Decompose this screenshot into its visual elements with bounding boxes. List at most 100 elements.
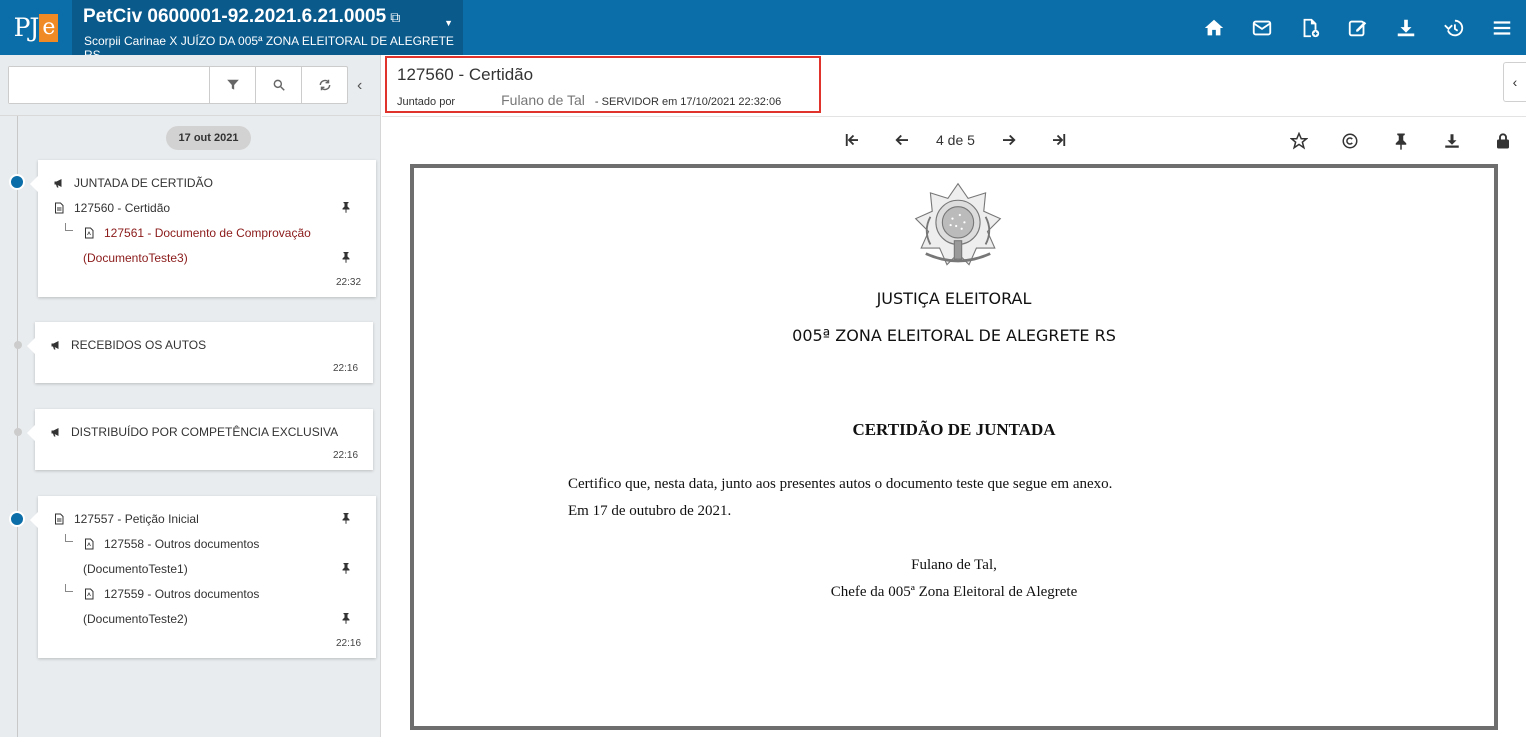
document-paragraph: Em 17 de outubro de 2021. (568, 503, 732, 519)
event-time: 22:16 (336, 638, 362, 649)
document-icon (52, 202, 66, 214)
card-title-row: JUNTADA DE CERTIDÃO (52, 176, 213, 190)
document-icon (52, 513, 66, 525)
coat-of-arms-emblem (914, 182, 1002, 266)
document-tools (1273, 128, 1526, 154)
history-icon[interactable] (1430, 0, 1478, 55)
timeline-card-peticao[interactable]: 127557 - Petição Inicial 127558 - Outros… (30, 496, 376, 658)
last-page-icon[interactable] (1045, 128, 1073, 152)
header-actions (1190, 0, 1526, 55)
divider (382, 116, 1526, 117)
joined-by-name: Fulano de Tal (501, 92, 585, 108)
attachment-subtitle[interactable]: (DocumentoTeste3) (83, 251, 188, 265)
timeline-dot (14, 341, 22, 349)
filter-icon[interactable] (209, 67, 255, 103)
pdf-icon (82, 227, 96, 239)
event-title: JUNTADA DE CERTIDÃO (74, 176, 213, 190)
document-title: 127557 - Petição Inicial (74, 512, 199, 526)
timeline-card-distribuido[interactable]: DISTRIBUÍDO POR COMPETÊNCIA EXCLUSIVA 22… (27, 409, 373, 470)
refresh-icon[interactable] (301, 67, 347, 103)
lock-icon[interactable] (1477, 128, 1526, 154)
top-bar: PJ e PetCiv 0600001-92.2021.6.21.0005 ⧉ Sc… (0, 0, 1526, 62)
document-header: 127560 - Certidão Juntado por Fulano de T… (385, 56, 821, 113)
event-time: 22:16 (333, 450, 359, 461)
organization-name: JUSTIÇA ELEITORAL (876, 289, 1032, 308)
attachment-title: 127561 - Documento de Comprovação (104, 226, 311, 240)
attachment-link[interactable]: 127559 - Outros documentos (82, 587, 259, 601)
star-icon[interactable] (1273, 128, 1324, 154)
timeline-line (17, 116, 18, 737)
pdf-icon (82, 588, 96, 600)
search-bar (8, 66, 348, 104)
download-icon[interactable] (1382, 0, 1430, 55)
copyright-icon[interactable] (1324, 128, 1375, 154)
logo-text: PJ (13, 13, 40, 42)
pin-icon[interactable] (1375, 128, 1426, 154)
megaphone-icon (49, 426, 63, 438)
document-viewer[interactable]: JUSTIÇA ELEITORAL 005ª ZONA ELEITORAL DE… (410, 164, 1498, 730)
date-pill: 17 out 2021 (166, 126, 251, 150)
attachment-link[interactable]: 127561 - Documento de Comprovação (82, 226, 311, 240)
event-title: DISTRIBUÍDO POR COMPETÊNCIA EXCLUSIVA (71, 425, 339, 439)
pin-icon[interactable] (340, 200, 352, 214)
new-document-icon[interactable] (1286, 0, 1334, 55)
timeline-card-recebidos[interactable]: RECEBIDOS OS AUTOS 22:16 (27, 322, 373, 383)
pin-icon[interactable] (340, 611, 352, 625)
home-icon[interactable] (1190, 0, 1238, 55)
timeline-dot (9, 174, 25, 190)
document-link[interactable]: 127557 - Petição Inicial (52, 512, 199, 526)
previous-page-icon[interactable] (888, 128, 916, 152)
megaphone-icon (52, 177, 66, 189)
document-title: 127560 - Certidão (74, 201, 171, 215)
document-heading: CERTIDÃO DE JUNTADA (852, 420, 1056, 439)
timeline-panel: ‹ 17 out 2021 JUNTADA DE CERTIDÃO 127560… (0, 55, 381, 737)
edit-icon[interactable] (1334, 0, 1382, 55)
attachment-link[interactable]: 127558 - Outros documentos (82, 537, 259, 551)
timeline-card-juntada[interactable]: JUNTADA DE CERTIDÃO 127560 - Certidão 12… (30, 160, 376, 297)
download-icon[interactable] (1426, 128, 1477, 154)
tree-connector (65, 584, 73, 592)
document-link[interactable]: 127560 - Certidão (52, 201, 170, 215)
attachment-title: 127558 - Outros documentos (104, 537, 260, 551)
caret-down-icon[interactable]: ▼ (444, 18, 453, 28)
expand-right-icon[interactable]: ‹ (1503, 62, 1526, 102)
timeline-dot (9, 511, 25, 527)
attachment-title: 127559 - Outros documentos (104, 587, 260, 601)
attachment-subtitle[interactable]: (DocumentoTeste2) (83, 612, 188, 626)
divider (0, 115, 381, 116)
joined-by-label: Juntado por (397, 96, 456, 108)
first-page-icon[interactable] (838, 128, 866, 152)
pin-icon[interactable] (340, 511, 352, 525)
card-title-row: RECEBIDOS OS AUTOS (49, 338, 206, 352)
signature-role: Chefe da 005ª Zona Eleitoral de Alegrete (830, 584, 1078, 600)
pin-icon[interactable] (340, 250, 352, 264)
copy-icon[interactable]: ⧉ (390, 9, 400, 25)
document-title: 127560 - Certidão (397, 65, 534, 84)
page-indicator: 4 de 5 (936, 132, 975, 148)
event-time: 22:16 (333, 363, 359, 374)
joined-by-detail: - SERVIDOR em 17/10/2021 22:32:06 (594, 96, 782, 108)
document-paragraph: Certifico que, nesta data, junto aos pre… (568, 476, 1113, 492)
search-input[interactable] (9, 67, 209, 103)
event-title: RECEBIDOS OS AUTOS (71, 338, 207, 352)
process-number: PetCiv 0600001-92.2021.6.21.0005 (83, 6, 387, 27)
pin-icon[interactable] (340, 561, 352, 575)
signature-name: Fulano de Tal, (911, 557, 997, 573)
card-title-row: DISTRIBUÍDO POR COMPETÊNCIA EXCLUSIVA (49, 425, 338, 439)
tree-connector (65, 534, 73, 542)
process-title: PetCiv 0600001-92.2021.6.21.0005 ⧉ (83, 6, 400, 28)
collapse-left-icon[interactable]: ‹ (357, 77, 362, 95)
process-selector[interactable]: PetCiv 0600001-92.2021.6.21.0005 ⧉ Scorpi… (72, 0, 463, 62)
menu-icon[interactable] (1478, 0, 1526, 55)
logo-e: e (39, 13, 59, 42)
zone-name: 005ª ZONA ELEITORAL DE ALEGRETE RS (792, 326, 1116, 345)
megaphone-icon (49, 339, 63, 351)
pdf-icon (82, 538, 96, 550)
search-icon[interactable] (255, 67, 301, 103)
event-time: 22:32 (336, 277, 362, 288)
mail-icon[interactable] (1238, 0, 1286, 55)
attachment-subtitle[interactable]: (DocumentoTeste1) (83, 562, 188, 576)
pje-logo[interactable]: PJ e (0, 0, 72, 55)
next-page-icon[interactable] (995, 128, 1023, 152)
timeline-dot (14, 428, 22, 436)
